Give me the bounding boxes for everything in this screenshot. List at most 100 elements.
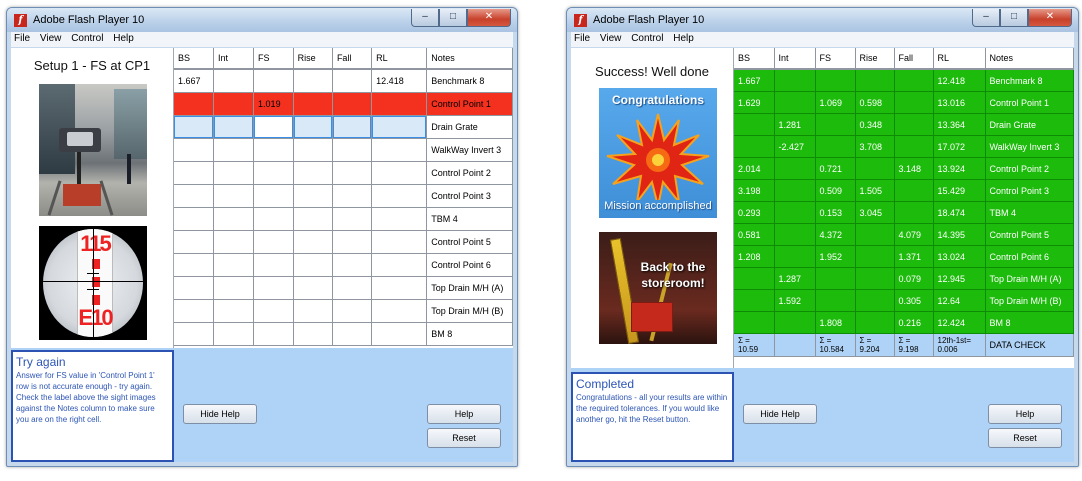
cell-bs[interactable]: 2.014 — [734, 157, 775, 180]
cell-bs[interactable] — [734, 311, 775, 334]
cell-int[interactable] — [213, 184, 255, 208]
cell-fall[interactable] — [332, 207, 373, 231]
cell-rise[interactable] — [855, 69, 895, 92]
cell-bs[interactable] — [174, 161, 215, 185]
title-bar[interactable]: f Adobe Flash Player 10 – □ ✕ — [567, 8, 1078, 32]
cell-fs[interactable]: 1.952 — [815, 245, 856, 268]
cell-fall[interactable] — [894, 135, 934, 158]
cell-rise[interactable] — [855, 157, 895, 180]
menu-view[interactable]: View — [37, 32, 66, 44]
cell-rise[interactable] — [855, 267, 895, 290]
cell-int[interactable] — [213, 69, 255, 93]
cell-rl[interactable]: 13.024 — [933, 245, 986, 268]
cell-rl[interactable]: 14.395 — [933, 223, 986, 246]
cell-rl[interactable] — [371, 299, 428, 323]
cell-fs[interactable] — [253, 138, 294, 162]
cell-bs[interactable] — [734, 289, 775, 312]
cell-rl[interactable]: 12.424 — [933, 311, 986, 334]
cell-rl[interactable] — [371, 161, 428, 185]
cell-rise[interactable] — [855, 245, 895, 268]
cell-fall[interactable] — [332, 184, 373, 208]
cell-int[interactable] — [774, 179, 816, 202]
cell-rise[interactable] — [293, 230, 333, 254]
cell-fall[interactable] — [332, 138, 373, 162]
cell-rl[interactable] — [371, 253, 428, 277]
menu-file[interactable]: File — [11, 32, 34, 44]
cell-int[interactable] — [774, 157, 816, 180]
cell-int[interactable] — [213, 299, 255, 323]
cell-fall[interactable] — [332, 253, 373, 277]
cell-int[interactable]: 1.287 — [774, 267, 816, 290]
cell-rl[interactable]: 12.64 — [933, 289, 986, 312]
cell-bs[interactable] — [174, 276, 215, 300]
cell-rise[interactable]: 0.598 — [855, 91, 895, 114]
cell-fall[interactable] — [332, 69, 373, 93]
cell-rise[interactable] — [293, 69, 333, 93]
cell-fall[interactable]: 3.148 — [894, 157, 934, 180]
cell-rl[interactable]: 12.418 — [371, 69, 428, 93]
cell-fall[interactable] — [894, 69, 934, 92]
cell-rise[interactable] — [293, 115, 333, 139]
cell-bs[interactable]: 1.629 — [734, 91, 775, 114]
cell-fs[interactable] — [815, 113, 856, 136]
cell-bs[interactable]: 0.293 — [734, 201, 775, 224]
cell-int[interactable] — [774, 223, 816, 246]
cell-fs[interactable]: 0.153 — [815, 201, 856, 224]
cell-int[interactable] — [213, 115, 255, 139]
help-button[interactable]: Help — [427, 404, 501, 424]
cell-fs[interactable]: 1.808 — [815, 311, 856, 334]
cell-int[interactable] — [213, 253, 255, 277]
cell-rise[interactable] — [293, 253, 333, 277]
reset-button[interactable]: Reset — [988, 428, 1062, 448]
cell-fall[interactable] — [894, 179, 934, 202]
menu-file[interactable]: File — [571, 32, 594, 44]
cell-fs[interactable]: 1.019 — [253, 92, 294, 116]
cell-bs[interactable] — [174, 92, 215, 116]
cell-bs[interactable] — [174, 299, 215, 323]
close-button[interactable]: ✕ — [467, 9, 511, 27]
cell-rl[interactable] — [371, 276, 428, 300]
cell-fall[interactable] — [332, 276, 373, 300]
cell-bs[interactable] — [174, 253, 215, 277]
cell-fs[interactable] — [253, 322, 294, 346]
cell-rise[interactable]: 1.505 — [855, 179, 895, 202]
cell-fall[interactable] — [332, 299, 373, 323]
maximize-button[interactable]: □ — [439, 9, 467, 27]
cell-int[interactable] — [774, 311, 816, 334]
cell-bs[interactable] — [174, 230, 215, 254]
cell-bs[interactable]: 1.208 — [734, 245, 775, 268]
cell-rl[interactable] — [371, 92, 428, 116]
cell-fall[interactable]: 0.079 — [894, 267, 934, 290]
cell-rise[interactable] — [293, 322, 333, 346]
cell-rl[interactable]: 15.429 — [933, 179, 986, 202]
cell-rl[interactable]: 18.474 — [933, 201, 986, 224]
cell-fs[interactable] — [815, 267, 856, 290]
cell-fall[interactable]: 0.216 — [894, 311, 934, 334]
cell-fs[interactable] — [815, 69, 856, 92]
cell-fall[interactable]: 4.079 — [894, 223, 934, 246]
cell-rise[interactable] — [855, 311, 895, 334]
cell-bs[interactable]: 1.667 — [734, 69, 775, 92]
cell-int[interactable] — [774, 245, 816, 268]
cell-rl[interactable] — [371, 138, 428, 162]
cell-rl[interactable] — [371, 322, 428, 346]
cell-rise[interactable] — [293, 92, 333, 116]
reset-button[interactable]: Reset — [427, 428, 501, 448]
cell-fall[interactable] — [332, 322, 373, 346]
cell-rise[interactable] — [855, 223, 895, 246]
title-bar[interactable]: f Adobe Flash Player 10 – □ ✕ — [7, 8, 517, 32]
cell-fs[interactable] — [815, 135, 856, 158]
close-button[interactable]: ✕ — [1028, 9, 1072, 27]
cell-rl[interactable]: 13.016 — [933, 91, 986, 114]
cell-fs[interactable]: 4.372 — [815, 223, 856, 246]
minimize-button[interactable]: – — [972, 9, 1000, 27]
cell-fall[interactable] — [894, 201, 934, 224]
cell-fs[interactable] — [253, 161, 294, 185]
help-button[interactable]: Help — [988, 404, 1062, 424]
cell-bs[interactable] — [734, 267, 775, 290]
menu-view[interactable]: View — [597, 32, 626, 44]
cell-int[interactable]: 1.281 — [774, 113, 816, 136]
cell-int[interactable]: -2.427 — [774, 135, 816, 158]
cell-fs[interactable] — [253, 207, 294, 231]
minimize-button[interactable]: – — [411, 9, 439, 27]
